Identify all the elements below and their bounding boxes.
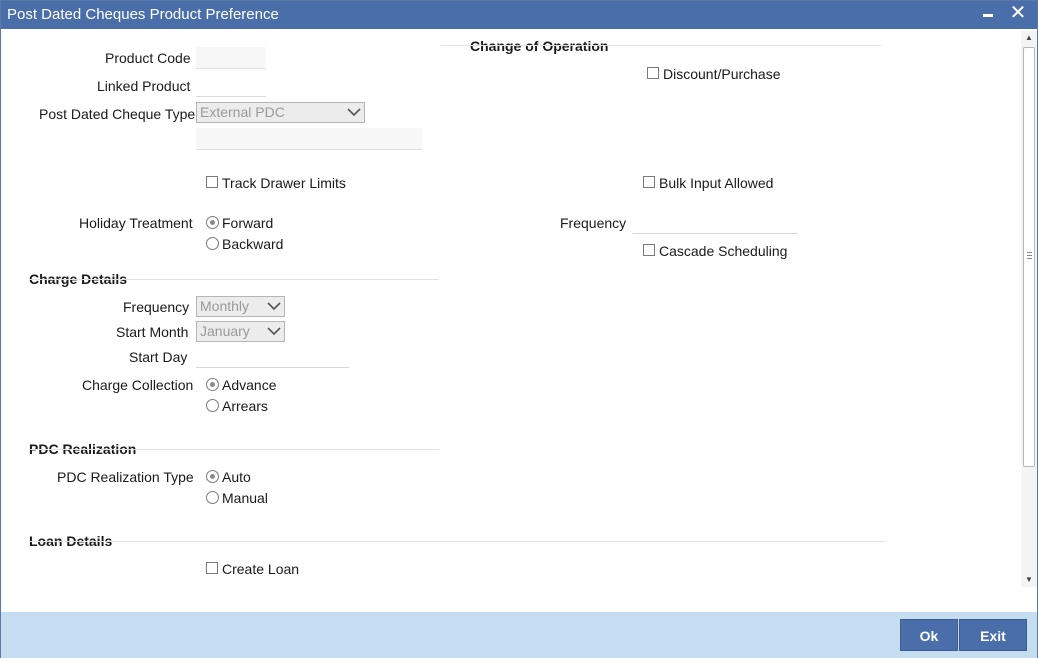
charge-frequency-label: Frequency [123,299,190,315]
charge-collection-label: Charge Collection [82,377,194,393]
pdc-type-value: External PDC [200,104,285,120]
linked-product-field[interactable] [196,75,266,97]
footer-bar: Ok Exit [1,612,1037,658]
charge-advance-radio[interactable] [206,378,219,391]
create-loan-label: Create Loan [222,561,300,577]
change-of-operation-heading: Change of Operation [470,38,609,54]
section-divider [29,449,439,450]
realization-auto-label: Auto [222,469,251,485]
exit-button[interactable]: Exit [959,619,1027,651]
holiday-treatment-label: Holiday Treatment [79,215,193,231]
holiday-backward-radio[interactable] [206,237,219,250]
track-drawer-limits-label: Track Drawer Limits [222,175,346,191]
track-drawer-limits-checkbox[interactable] [206,176,218,188]
cascade-scheduling-label: Cascade Scheduling [659,243,788,259]
vertical-scrollbar[interactable]: ▲ ▼ [1021,31,1037,587]
window-title: Post Dated Cheques Product Preference [7,6,279,23]
chevron-down-icon [267,327,281,336]
realization-manual-radio[interactable] [206,491,219,504]
start-day-field[interactable] [196,346,349,368]
operation-frequency-label: Frequency [560,215,627,231]
close-icon[interactable]: ✕ [1007,3,1029,25]
chevron-down-icon [347,108,361,117]
dialog-window: Post Dated Cheques Product Preference ✕ … [0,0,1038,658]
charge-advance-label: Advance [222,377,277,393]
product-code-label: Product Code [105,50,191,66]
title-bar: Post Dated Cheques Product Preference ✕ [1,1,1037,29]
operation-frequency-field[interactable] [633,212,798,234]
bulk-input-checkbox[interactable] [643,176,655,188]
scroll-up-icon[interactable]: ▲ [1021,31,1037,45]
chevron-down-icon [267,302,281,311]
section-divider [441,45,881,46]
start-day-label: Start Day [129,349,188,365]
scrollbar-thumb[interactable] [1023,47,1035,467]
start-month-select[interactable]: January [196,321,285,342]
holiday-forward-label: Forward [222,215,274,231]
grip-icon [1027,252,1032,259]
charge-frequency-select[interactable]: Monthly [196,296,285,317]
minimize-icon[interactable] [977,3,999,25]
discount-purchase-label: Discount/Purchase [663,66,781,82]
scroll-down-icon[interactable]: ▼ [1021,573,1037,587]
holiday-backward-label: Backward [222,236,284,252]
cascade-scheduling-checkbox[interactable] [643,244,655,256]
bulk-input-label: Bulk Input Allowed [659,175,774,191]
charge-frequency-value: Monthly [200,298,250,314]
start-month-value: January [200,323,250,339]
product-code-field[interactable] [196,47,266,69]
realization-manual-label: Manual [222,490,268,506]
pdc-type-select[interactable]: External PDC [196,102,365,123]
discount-purchase-checkbox[interactable] [647,67,659,79]
pdc-type-description-field [196,128,422,150]
pdc-realization-type-label: PDC Realization Type [57,469,194,485]
realization-auto-radio[interactable] [206,470,219,483]
create-loan-checkbox[interactable] [206,562,218,574]
holiday-forward-radio[interactable] [206,216,219,229]
charge-arrears-radio[interactable] [206,399,219,412]
pdc-type-label: Post Dated Cheque Type [39,106,196,122]
start-month-label: Start Month [116,324,189,340]
charge-arrears-label: Arrears [222,398,268,414]
section-divider [29,541,885,542]
linked-product-label: Linked Product [97,78,191,94]
section-divider [29,279,439,280]
ok-button[interactable]: Ok [900,619,958,651]
